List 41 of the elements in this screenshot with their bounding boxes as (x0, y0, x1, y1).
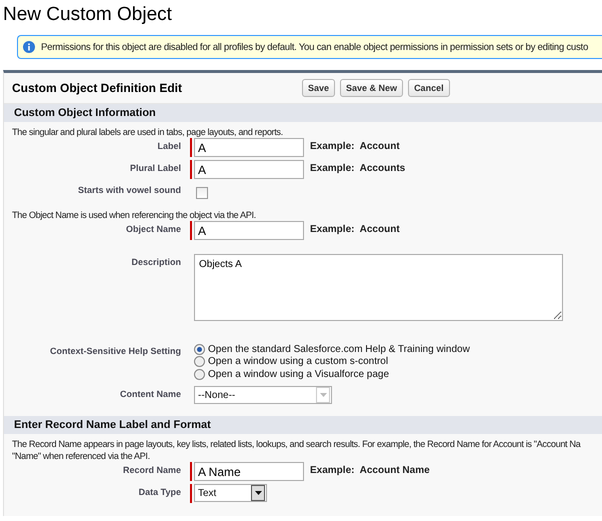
section-header: Custom Object Information (4, 104, 602, 122)
radio-option[interactable]: Open a window using a Visualforce page (194, 368, 470, 380)
info-icon (23, 41, 35, 53)
text-input[interactable]: A (194, 138, 304, 157)
field-label: Object Name (124, 223, 181, 234)
description-field[interactable]: Objects A (194, 254, 563, 321)
form-button[interactable]: Cancel (408, 79, 450, 97)
form-button[interactable]: Save & New (340, 79, 404, 97)
description-text: The singular and plural labels are used in tabs, page layouts, and reports. (11, 126, 284, 138)
radio-icon[interactable] (194, 344, 205, 355)
description-text: The Object Name is used when referencing the object via the API. (11, 209, 257, 221)
text-input[interactable]: A (194, 160, 304, 179)
example-text: Example: Account Name (310, 464, 430, 476)
section-header: Enter Record Name Label and Format (4, 416, 602, 434)
field-label: Label (156, 140, 181, 151)
radio-icon[interactable] (194, 368, 205, 380)
page-title: New Custom Object (3, 4, 173, 26)
radio-option[interactable]: Open a window using a custom s-control (194, 356, 470, 368)
description-text: The Record Name appears in page layouts, key lists, related lists, lookups, and search results. For example, the Record Name for Account is "Account Na (11, 438, 582, 450)
dropdown[interactable]: Text (194, 484, 267, 502)
field-label: Context-Sensitive Help Setting (48, 345, 181, 356)
field-label: Data Type (138, 486, 181, 497)
info-message: Permissions for this object are disabled for all profiles by default. You can enable object permissions in permission sets or by editing custo (41, 42, 588, 52)
field-label: Plural Label (128, 162, 181, 173)
radio-icon[interactable] (194, 356, 205, 368)
field-label: Starts with vowel sound (76, 184, 181, 195)
example-text: Example: Accounts (310, 162, 406, 174)
radio-option[interactable]: Open the standard Salesforce.com Help & Training window (194, 343, 470, 356)
caret-icon (316, 387, 330, 403)
text-input[interactable]: A (194, 221, 304, 240)
example-text: Example: Account (310, 223, 400, 235)
description-text: "Name" when referenced via the API. (11, 450, 151, 462)
field-label: Content Name (118, 388, 181, 399)
form-button[interactable]: Save (302, 79, 336, 97)
text-input[interactable]: A Name (194, 462, 304, 481)
form-title: Custom Object Definition Edit (11, 81, 183, 95)
field-label: Record Name (122, 464, 181, 475)
field-label: Description (130, 256, 181, 267)
example-text: Example: Account (310, 140, 400, 152)
checkbox[interactable] (196, 187, 208, 199)
caret-icon (251, 485, 265, 501)
